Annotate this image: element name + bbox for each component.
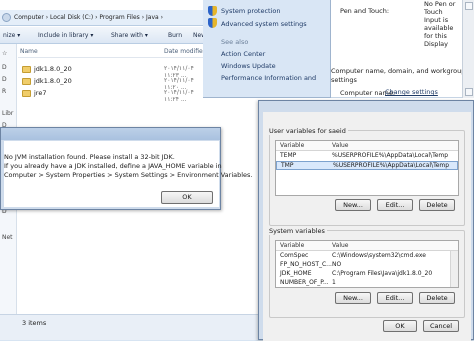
scroll-up-icon[interactable] [465, 2, 473, 10]
cancel-button[interactable]: Cancel [423, 320, 459, 332]
variable-name: ComSpec [280, 252, 309, 259]
variable-value: C:\Windows\system32\cmd.exe [332, 252, 426, 259]
variable-column-header[interactable]: Variable [280, 142, 304, 149]
burn-button[interactable]: Burn [168, 32, 182, 39]
nav-item[interactable]: D [2, 64, 7, 71]
variable-column-header[interactable]: Variable [280, 242, 304, 249]
share-with-button[interactable]: Share with ▾ [111, 32, 148, 39]
nav-item[interactable]: R [2, 88, 6, 95]
organize-button[interactable]: nize ▾ [3, 32, 20, 39]
folder-icon [22, 78, 31, 85]
shield-icon [208, 6, 217, 16]
variable-value: C:\Program Files\Java\jdk1.8.0_20 [332, 270, 433, 277]
explorer-toolbar: nize ▾ Include in library ▾ Share with ▾… [0, 27, 215, 44]
file-name: jdk1.8.0_20 [34, 65, 72, 73]
system-info-panel: Pen and Touch: No Pen or Touch Input is … [331, 0, 474, 98]
file-row[interactable]: jdk1.8.0_20 ۲۰۱۴/۱۱/۰۴ ۱۱:۲۳ ... [18, 64, 210, 79]
computer-name-heading: settings [331, 76, 357, 84]
advanced-system-settings-link[interactable]: Advanced system settings [221, 20, 307, 28]
ok-button[interactable]: OK [161, 191, 213, 204]
folder-icon [22, 90, 31, 97]
date-column-header[interactable]: Date modified [164, 48, 207, 55]
nav-item[interactable]: ☆ [2, 50, 7, 57]
back-button-icon[interactable] [2, 13, 11, 22]
pen-touch-value: Display [424, 40, 448, 48]
user-variables-label: User variables for saeid [267, 127, 348, 135]
environment-variables-dialog: User variables for saeid Variable Value … [258, 100, 474, 341]
system-new-button[interactable]: New... [335, 292, 371, 304]
system-variables-table[interactable]: Variable Value ComSpec C:\Windows\system… [275, 240, 459, 288]
system-delete-button[interactable]: Delete [419, 292, 455, 304]
action-center-link[interactable]: Action Center [221, 50, 265, 58]
variable-value: NO [332, 261, 342, 268]
shield-icon [208, 18, 217, 28]
system-variables-label: System variables [267, 227, 327, 235]
scroll-down-icon[interactable] [465, 88, 473, 96]
user-variables-table[interactable]: Variable Value TEMP %USERPROFILE%\AppDat… [275, 140, 459, 196]
table-row[interactable]: FP_NO_HOST_C... NO [276, 261, 458, 270]
name-column-header[interactable]: Name [20, 48, 38, 55]
file-row[interactable]: jre7 ۲۰۱۴/۱۱/۰۴ ۱۱:۲۴ ... [18, 88, 210, 103]
change-settings-link[interactable]: Change settings [385, 88, 465, 96]
table-row[interactable]: TEMP %USERPROFILE%\AppData\Local\Temp [276, 152, 458, 161]
performance-information-link[interactable]: Performance Information and [221, 74, 316, 82]
table-row[interactable]: JDK_HOME C:\Program Files\Java\jdk1.8.0_… [276, 270, 458, 279]
windows-update-link[interactable]: Windows Update [221, 62, 276, 70]
table-header: Variable Value [276, 241, 458, 251]
user-edit-button[interactable]: Edit... [377, 199, 413, 211]
error-message: Computer > System Properties > System Se… [4, 171, 253, 179]
error-message: No JVM installation found. Please instal… [4, 153, 175, 161]
value-column-header[interactable]: Value [332, 142, 348, 149]
variable-name: JDK_HOME [280, 270, 312, 277]
variable-name: TEMP [280, 152, 297, 159]
ok-button[interactable]: OK [383, 320, 417, 332]
item-count: 3 items [22, 319, 47, 327]
see-also-heading: See also [221, 38, 249, 46]
variable-value: %USERPROFILE%\AppData\Local\Temp [333, 162, 450, 169]
table-row[interactable]: ComSpec C:\Windows\system32\cmd.exe [276, 252, 458, 261]
dialog-title-bar[interactable] [1, 128, 220, 140]
system-edit-button[interactable]: Edit... [377, 292, 413, 304]
computer-name-heading: Computer name, domain, and workgroup [331, 67, 466, 75]
user-new-button[interactable]: New... [335, 199, 371, 211]
file-name: jre7 [34, 89, 47, 97]
pen-touch-label: Pen and Touch: [340, 7, 390, 15]
table-header: Variable Value [276, 141, 458, 151]
folder-icon [22, 66, 31, 73]
error-message: If you already have a JDK installed, def… [4, 162, 222, 170]
file-row[interactable]: jdk1.8.0_20 ۲۰۱۴/۱۱/۰۴ ۱۱:۲۰ ... [18, 76, 210, 91]
variable-name: FP_NO_HOST_C... [280, 261, 332, 268]
control-panel-tasks: System protection Advanced system settin… [203, 0, 331, 98]
nav-item[interactable]: Net [2, 234, 13, 241]
breadcrumb[interactable]: Computer › Local Disk (C:) › Program Fil… [14, 14, 163, 21]
variable-name: NUMBER_OF_P... [280, 279, 329, 286]
dialog-content: User variables for saeid Variable Value … [263, 112, 471, 341]
variable-name: TMP [281, 162, 294, 169]
include-in-library-button[interactable]: Include in library ▾ [38, 32, 93, 39]
value-column-header[interactable]: Value [332, 242, 348, 249]
file-list-header: Name Date modified [18, 46, 210, 58]
file-name: jdk1.8.0_20 [34, 77, 72, 85]
nav-item[interactable]: Libr [2, 110, 13, 117]
table-scrollbar[interactable] [450, 251, 458, 287]
system-protection-link[interactable]: System protection [221, 7, 281, 15]
table-row[interactable]: TMP %USERPROFILE%\AppData\Local\Temp [276, 161, 458, 170]
address-bar[interactable]: Computer › Local Disk (C:) › Program Fil… [0, 10, 210, 26]
variable-value: %USERPROFILE%\AppData\Local\Temp [332, 152, 449, 159]
user-delete-button[interactable]: Delete [419, 199, 455, 211]
scrollbar[interactable] [462, 0, 474, 98]
jvm-error-dialog: No JVM installation found. Please instal… [0, 127, 253, 210]
nav-item[interactable]: D [2, 76, 7, 83]
table-row[interactable]: NUMBER_OF_P... 1 [276, 279, 458, 287]
variable-value: 1 [332, 279, 336, 286]
